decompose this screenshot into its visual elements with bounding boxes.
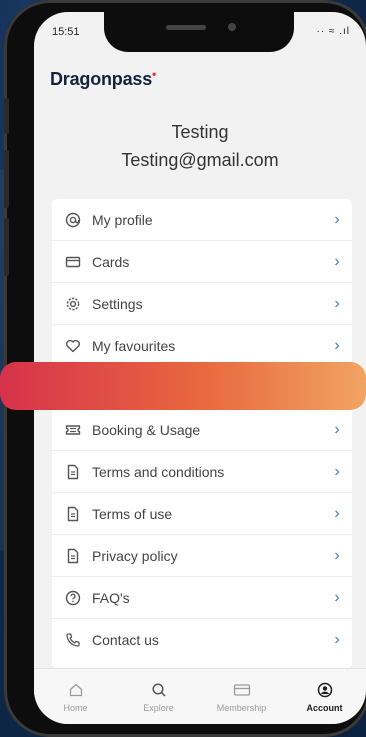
chevron-right-icon: › <box>334 378 340 396</box>
document-icon <box>64 505 82 523</box>
menu-item-settings[interactable]: Settings › <box>52 283 352 325</box>
card-icon <box>233 681 251 699</box>
status-icons: ·· ≈ .ıl <box>316 26 350 37</box>
chevron-right-icon: › <box>334 631 340 648</box>
menu-item-faqs[interactable]: FAQ's › <box>52 577 352 619</box>
chevron-right-icon: › <box>334 588 340 606</box>
menu-item-label: My favourites <box>92 337 176 354</box>
menu-item-visit-history[interactable]: Visit history › <box>52 367 352 409</box>
heart-icon <box>64 337 82 355</box>
speaker <box>166 25 206 30</box>
phone-side-button <box>4 218 9 276</box>
bottom-tab-bar: Home Explore Membership Account <box>34 668 366 724</box>
camera <box>228 23 236 31</box>
search-icon <box>151 681 167 699</box>
menu-item-label: Contact us <box>92 632 159 648</box>
menu-item-label: Visit history <box>92 379 164 396</box>
home-icon <box>68 681 84 699</box>
tab-explore[interactable]: Explore <box>117 669 200 724</box>
menu-item-privacy-policy[interactable]: Privacy policy › <box>52 535 352 577</box>
menu-item-label: FAQ's <box>92 589 130 606</box>
phone-side-button <box>4 150 9 208</box>
chevron-right-icon: › <box>334 504 340 522</box>
menu-item-label: Settings <box>92 295 143 312</box>
menu-item-label: My profile <box>92 211 153 228</box>
account-menu: My profile › Cards › Settings › My favou… <box>52 199 352 669</box>
ticket-icon <box>64 421 82 439</box>
menu-item-label: Cards <box>92 253 130 270</box>
app-screen: 15:51 ·· ≈ .ıl Dragonpass• Testing Testi… <box>34 12 366 724</box>
tab-membership[interactable]: Membership <box>200 669 283 724</box>
at-icon <box>64 211 82 229</box>
account-icon <box>317 681 333 699</box>
receipt-icon <box>64 379 82 397</box>
document-icon <box>64 463 82 481</box>
phone-side-button <box>4 98 9 134</box>
menu-item-contact-us[interactable]: Contact us › <box>52 619 352 661</box>
chevron-right-icon: › <box>334 546 340 564</box>
brand-logo: Dragonpass• <box>50 67 156 90</box>
menu-item-label: Terms of use <box>92 505 173 522</box>
menu-item-booking-usage[interactable]: Booking & Usage › <box>52 409 352 451</box>
chevron-right-icon: › <box>334 420 340 438</box>
tab-account[interactable]: Account <box>283 669 366 724</box>
profile-email: Testing@gmail.com <box>121 150 279 170</box>
document-icon <box>64 547 82 565</box>
chevron-right-icon: › <box>334 336 340 354</box>
menu-item-my-favourites[interactable]: My favourites › <box>52 325 352 367</box>
profile-name: Testing <box>171 122 229 142</box>
chevron-right-icon: › <box>334 294 340 312</box>
chevron-right-icon: › <box>334 252 340 270</box>
question-icon <box>64 589 82 607</box>
menu-item-my-profile[interactable]: My profile › <box>52 199 352 241</box>
menu-item-label: Booking & Usage <box>92 421 201 438</box>
menu-item-terms-of-use[interactable]: Terms of use › <box>52 493 352 535</box>
gear-icon <box>64 295 82 313</box>
chevron-right-icon: › <box>334 462 340 480</box>
brand-mark: • <box>152 67 157 81</box>
card-icon <box>64 253 82 271</box>
tab-label: Explore <box>143 702 174 713</box>
chevron-right-icon: › <box>334 210 340 228</box>
menu-item-terms-and-conditions[interactable]: Terms and conditions › <box>52 451 352 493</box>
menu-item-label: Terms and conditions <box>92 463 225 480</box>
tab-label: Membership <box>216 702 267 713</box>
tab-label: Account <box>306 702 343 713</box>
brand-name: Dragonpass <box>50 69 153 89</box>
menu-item-cards[interactable]: Cards › <box>52 241 352 283</box>
tab-label: Home <box>63 702 88 713</box>
phone-icon <box>64 631 82 649</box>
phone-notch <box>104 12 294 52</box>
tab-home[interactable]: Home <box>34 669 117 724</box>
menu-item-label: Privacy policy <box>92 547 178 564</box>
phone-frame: 15:51 ·· ≈ .ıl Dragonpass• Testing Testi… <box>4 0 366 737</box>
status-time: 15:51 <box>52 26 80 38</box>
